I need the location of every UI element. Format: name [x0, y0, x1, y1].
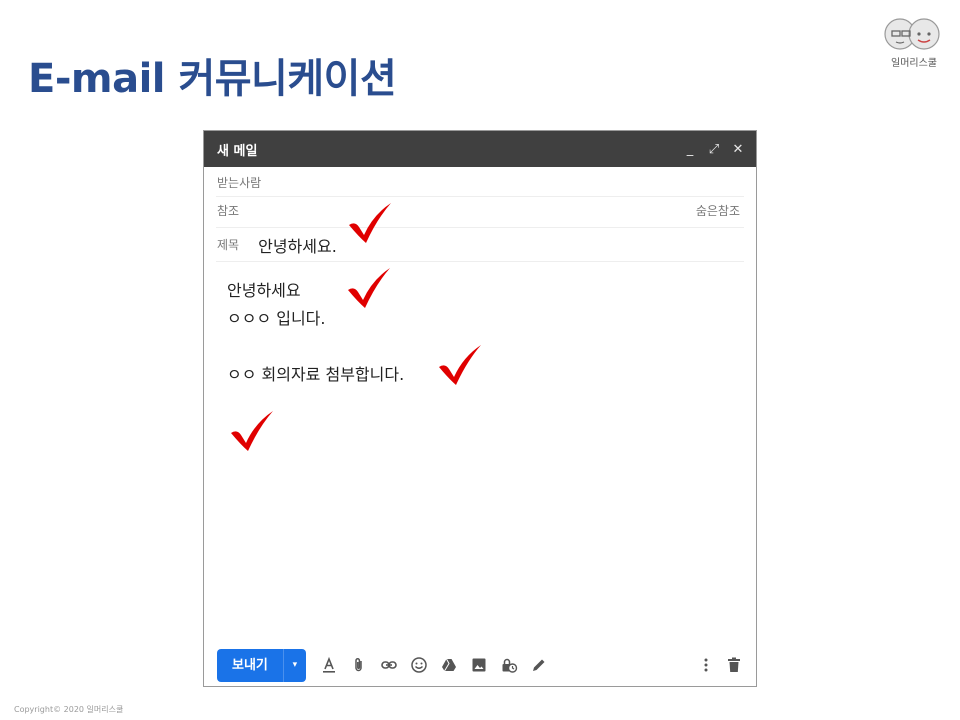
subject-field[interactable]: 제목 안녕하세요. [216, 228, 744, 262]
trash-icon[interactable] [723, 654, 745, 676]
window-controls: _ ⤢ ✕ [684, 142, 744, 157]
slide-title: E-mail 커뮤니케이션 [28, 56, 397, 102]
subject-value: 안녕하세요. [258, 236, 337, 256]
minimize-icon[interactable]: _ [684, 142, 696, 157]
compose-window-title: 새 메일 [217, 143, 258, 159]
check-mark-icon [348, 268, 390, 308]
logo-text: 일머리스쿨 [891, 58, 937, 69]
signature-icon[interactable] [528, 654, 550, 676]
confidential-icon[interactable] [498, 654, 520, 676]
cc-field[interactable]: 참조 숨은참조 [216, 197, 744, 228]
drive-icon[interactable] [438, 654, 460, 676]
close-icon[interactable]: ✕ [732, 142, 744, 157]
compose-window: 새 메일 _ ⤢ ✕ 받는사람 참조 숨은참조 제목 안녕하세요. 안녕하세요 … [203, 130, 757, 687]
compose-toolbar: 보내기 ▾ [217, 648, 745, 682]
right-tools [695, 654, 745, 676]
check-mark-icon [349, 203, 391, 243]
formatting-tools [318, 654, 550, 676]
format-text-icon[interactable] [318, 654, 340, 676]
attach-icon[interactable] [348, 654, 370, 676]
photo-icon[interactable] [468, 654, 490, 676]
fullscreen-icon[interactable]: ⤢ [708, 142, 720, 157]
send-button[interactable]: 보내기 [217, 649, 283, 682]
check-mark-icon [231, 411, 273, 451]
subject-label: 제목 [217, 238, 240, 252]
bcc-link[interactable]: 숨은참조 [696, 197, 740, 225]
to-label: 받는사람 [217, 176, 262, 190]
emoji-icon[interactable] [408, 654, 430, 676]
send-options-button[interactable]: ▾ [282, 648, 306, 682]
body-line [227, 333, 404, 361]
send-button-group: 보내기 ▾ [217, 648, 306, 682]
more-vert-icon[interactable] [695, 654, 717, 676]
copyright: Copyright© 2020 일머리스쿨 [14, 705, 124, 714]
check-mark-icon [439, 345, 481, 385]
body-line: ㅇㅇ 회의자료 첨부합니다. [227, 365, 405, 384]
to-field[interactable]: 받는사람 [216, 167, 744, 197]
compose-titlebar: 새 메일 _ ⤢ ✕ [204, 131, 756, 167]
cc-label: 참조 [217, 204, 240, 218]
link-icon[interactable] [378, 654, 400, 676]
